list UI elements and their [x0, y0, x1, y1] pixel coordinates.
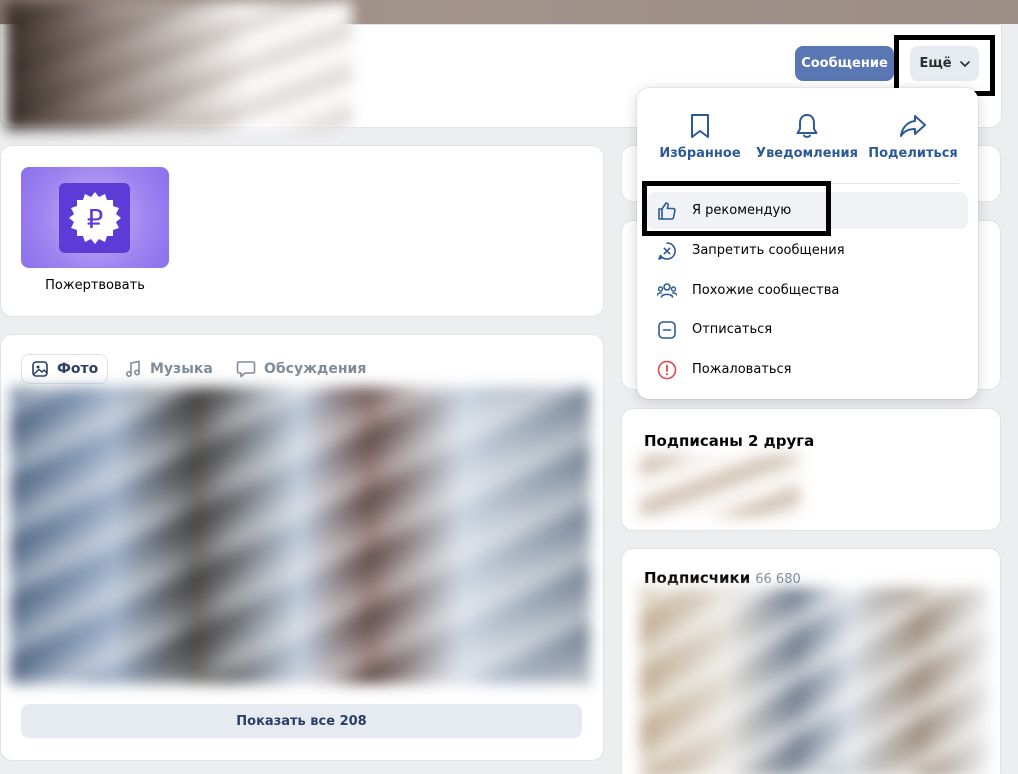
friends-title[interactable]: Подписаны 2 друга: [644, 432, 814, 450]
unsubscribe-icon: [658, 320, 676, 339]
friends-avatars[interactable]: [640, 455, 800, 517]
menu-item-similar-communities[interactable]: Похожие сообщества: [647, 272, 968, 309]
svg-text:₽: ₽: [86, 205, 103, 235]
highlight-frame-recommend: [642, 181, 831, 236]
bell-icon: [796, 114, 818, 138]
donate-label: Пожертвовать: [45, 278, 145, 293]
show-all-button[interactable]: Показать все 208: [21, 704, 582, 738]
users-icon: [656, 282, 678, 298]
menu-item-report-label: Пожаловаться: [692, 362, 792, 377]
community-avatar[interactable]: [6, 2, 352, 130]
tab-music-label: Музыка: [150, 361, 213, 377]
block-messages-icon: [658, 241, 676, 260]
quick-action-share[interactable]: Поделиться: [868, 112, 958, 161]
tab-discussions[interactable]: Обсуждения: [236, 354, 366, 384]
discussion-icon: [236, 361, 256, 378]
menu-item-report[interactable]: Пожаловаться: [647, 351, 968, 388]
menu-item-unsubscribe[interactable]: Отписаться: [647, 311, 968, 348]
subscribers-count: 66 680: [755, 572, 801, 587]
menu-item-block-messages-label: Запретить сообщения: [692, 243, 845, 258]
quick-action-notifications[interactable]: Уведомления: [756, 112, 858, 161]
menu-item-block-messages[interactable]: Запретить сообщения: [647, 232, 968, 269]
tab-photo[interactable]: Фото: [21, 354, 109, 384]
music-icon: [125, 360, 141, 378]
subscribers-avatars[interactable]: [640, 588, 990, 774]
highlight-frame-more: [894, 35, 995, 96]
quick-action-bookmark[interactable]: Избранное: [658, 112, 742, 161]
share-icon: [900, 115, 926, 137]
ruble-badge-icon: ₽: [59, 183, 130, 253]
quick-action-notifications-label: Уведомления: [756, 146, 858, 161]
tab-photo-label: Фото: [57, 361, 99, 377]
subscribers-title[interactable]: Подписчики 66 680: [644, 569, 801, 587]
tab-discussions-label: Обсуждения: [264, 361, 367, 377]
subscribers-label: Подписчики: [644, 569, 751, 587]
photo-grid[interactable]: [10, 387, 590, 684]
message-button[interactable]: Сообщение: [795, 46, 894, 81]
tab-music[interactable]: Музыка: [124, 354, 213, 384]
bookmark-icon: [691, 114, 709, 138]
menu-item-similar-communities-label: Похожие сообщества: [692, 283, 840, 298]
quick-action-bookmark-label: Избранное: [659, 146, 741, 161]
quick-action-share-label: Поделиться: [868, 146, 958, 161]
report-icon: [657, 360, 677, 379]
menu-item-unsubscribe-label: Отписаться: [692, 322, 773, 337]
photo-icon: [32, 361, 48, 377]
